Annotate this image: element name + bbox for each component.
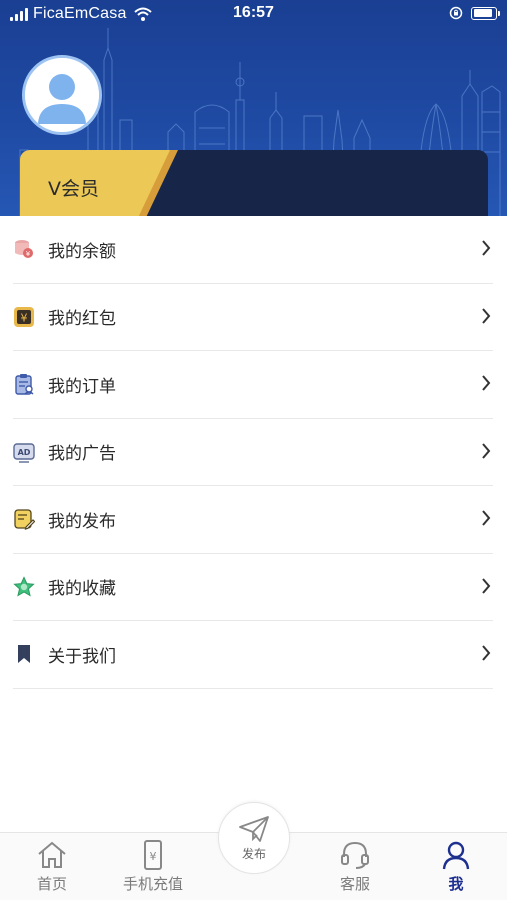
status-bar: FicaEmCasa 16:57 (0, 0, 507, 30)
default-user-icon (25, 58, 99, 132)
menu-item-label: 我的余额 (48, 241, 116, 262)
chevron-right-icon (482, 307, 491, 324)
publish-record-icon (13, 508, 35, 531)
svg-text:¥: ¥ (150, 850, 157, 863)
menu-item-label: 我的广告 (48, 444, 116, 465)
user-icon (439, 839, 473, 871)
home-icon (35, 839, 69, 871)
chevron-right-icon (482, 510, 491, 526)
menu-item-label: 我的收藏 (48, 579, 116, 600)
menu-item-label: 我的红包 (48, 309, 116, 330)
menu-item-ads[interactable]: AD 我的广告 (13, 419, 493, 486)
chevron-right-icon (482, 577, 491, 594)
orientation-lock-icon (449, 6, 463, 20)
publish-label: 发布 (241, 846, 266, 861)
tab-label: 客服 (339, 875, 370, 893)
tab-home[interactable]: 首页 (2, 839, 102, 897)
chevron-right-icon (482, 240, 491, 256)
chevron-right-icon (482, 645, 491, 661)
paper-plane-icon (239, 815, 269, 842)
tab-me[interactable]: 我 (406, 839, 506, 897)
profile-header: FicaEmCasa 16:57 V会员 (0, 0, 507, 216)
menu-item-about-us[interactable]: 关于我们 (13, 621, 493, 689)
vip-membership-card[interactable]: V会员 (20, 150, 488, 216)
tab-label: 首页 (36, 875, 67, 893)
menu-item-orders[interactable]: 我的订单 (13, 351, 493, 419)
user-avatar[interactable] (22, 55, 102, 135)
svg-text:¥: ¥ (21, 311, 28, 324)
phone-recharge-icon: ¥ (136, 839, 170, 871)
menu-item-favorites[interactable]: 我的收藏 (13, 554, 493, 621)
tab-label: 手机充值 (122, 875, 183, 893)
tab-label: 我 (448, 875, 464, 893)
menu-item-balance[interactable]: ¥ 我的余额 (13, 216, 493, 284)
red-packet-icon: ¥ (13, 306, 35, 328)
chevron-right-icon (482, 375, 491, 391)
order-icon (13, 373, 35, 395)
svg-text:AD: AD (18, 448, 31, 457)
profile-menu: ¥ 我的余额 ¥ 我的红包 我的订单 AD 我的广告 我的发布 我的收藏 关于我… (0, 216, 507, 689)
battery-icon (471, 6, 500, 20)
balance-icon: ¥ (13, 238, 35, 260)
tab-customer-service[interactable]: 客服 (305, 839, 405, 897)
menu-item-label: 关于我们 (48, 646, 116, 667)
menu-item-my-posts[interactable]: 我的发布 (13, 486, 493, 554)
menu-item-label: 我的发布 (48, 511, 116, 532)
menu-item-red-packet[interactable]: ¥ 我的红包 (13, 284, 493, 351)
status-time: 16:57 (233, 4, 274, 21)
ad-icon: AD (13, 441, 35, 463)
menu-item-label: 我的订单 (48, 376, 116, 397)
chevron-right-icon (482, 442, 491, 459)
favorite-icon (13, 576, 35, 598)
publish-button[interactable]: 发布 (218, 802, 290, 874)
headset-icon (338, 839, 372, 871)
profile-screen: FicaEmCasa 16:57 V会员 ¥ 我的余额 ¥ 我的红包 我的订单 … (0, 0, 507, 900)
tab-phone-recharge[interactable]: ¥ 手机充值 (103, 839, 203, 897)
bookmark-icon (13, 643, 35, 665)
svg-text:¥: ¥ (26, 250, 31, 258)
vip-label: V会员 (48, 178, 99, 200)
